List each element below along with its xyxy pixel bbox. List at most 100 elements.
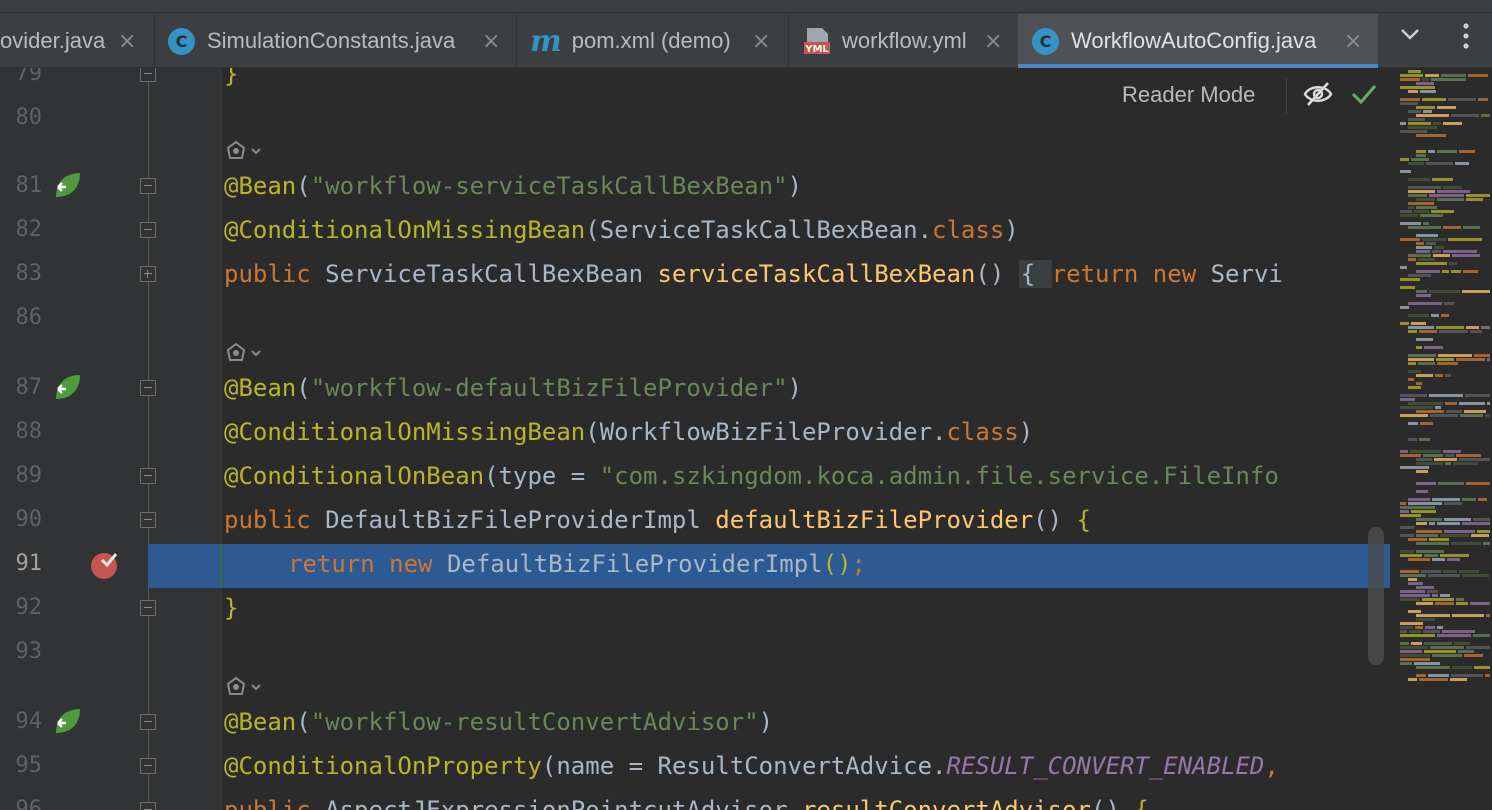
fold-marker[interactable]	[140, 714, 156, 730]
close-icon[interactable]: ×	[984, 29, 1002, 54]
minimap-line	[1416, 270, 1440, 273]
minimap-line	[1429, 522, 1435, 525]
tab-workflow-yml[interactable]: YML workflow.yml ×	[788, 14, 1018, 68]
minimap-line	[1419, 330, 1437, 333]
fold-marker-collapsed[interactable]	[140, 266, 156, 282]
minimap-line	[1468, 74, 1488, 77]
tab-pom-xml[interactable]: m pom.xml (demo) ×	[516, 14, 788, 68]
minimap-line	[1416, 114, 1449, 117]
minimap-line	[1400, 286, 1415, 289]
minimap-line	[1400, 510, 1409, 513]
minimap-line	[1411, 158, 1429, 161]
fold-marker[interactable]	[140, 68, 156, 82]
reader-mode-button[interactable]: Reader Mode	[1122, 82, 1255, 108]
close-icon[interactable]: ×	[752, 29, 770, 54]
minimap-line	[1416, 542, 1449, 545]
minimap-line	[1408, 386, 1421, 389]
minimap-line	[1419, 678, 1448, 681]
code-minimap[interactable]	[1390, 68, 1492, 810]
minimap-line	[1400, 658, 1430, 661]
minimap-line	[1411, 642, 1422, 645]
minimap-line	[1423, 630, 1440, 633]
editor-tab-bar: ovider.java × C SimulationConstants.java…	[0, 0, 1492, 68]
spring-bean-gutter-icon[interactable]	[52, 373, 84, 403]
minimap-line	[1434, 246, 1444, 249]
code-text: }	[224, 594, 239, 622]
minimap-line	[1400, 98, 1420, 101]
minimap-line	[1400, 266, 1407, 269]
minimap-line	[1423, 110, 1432, 113]
minimap-line	[1400, 654, 1430, 657]
chevron-down-icon[interactable]	[1398, 22, 1422, 53]
minimap-line	[1471, 534, 1489, 537]
minimap-line	[1443, 250, 1477, 253]
fold-marker[interactable]	[140, 178, 156, 194]
minimap-line	[1408, 362, 1416, 365]
vertical-scrollbar[interactable]	[1368, 527, 1384, 665]
fold-marker[interactable]	[140, 512, 156, 528]
minimap-line	[1408, 258, 1416, 261]
minimap-line	[1463, 270, 1478, 273]
minimap-line	[1416, 382, 1422, 385]
line-number: 81	[15, 173, 43, 198]
minimap-line	[1451, 542, 1481, 545]
minimap-line	[1420, 422, 1433, 425]
minimap-line	[1442, 630, 1475, 633]
eye-hidden-icon[interactable]	[1302, 80, 1334, 108]
minimap-line	[1444, 302, 1454, 305]
fold-marker[interactable]	[140, 600, 156, 616]
code-editor[interactable]: 79 } 80 81 @Bean("workflow-serviceTaskCa…	[0, 68, 1390, 810]
close-icon[interactable]: ×	[482, 29, 500, 54]
more-vertical-icon[interactable]	[1454, 22, 1478, 57]
fold-marker[interactable]	[140, 380, 156, 396]
inspection-ok-icon[interactable]	[1350, 82, 1378, 106]
close-icon[interactable]: ×	[118, 29, 136, 54]
minimap-line	[1400, 598, 1420, 601]
minimap-line	[1437, 626, 1443, 629]
minimap-line	[1466, 482, 1490, 485]
minimap-line	[1408, 110, 1421, 113]
spring-bean-gutter-icon[interactable]	[52, 171, 84, 201]
minimap-line	[1451, 674, 1483, 677]
code-text: @ConditionalOnProperty(name = ResultConv…	[224, 752, 1279, 780]
minimap-line	[1400, 122, 1406, 125]
code-line: 94 @Bean("workflow-resultConvertAdvisor"…	[0, 700, 1390, 744]
minimap-line	[1426, 242, 1436, 245]
minimap-line	[1435, 602, 1454, 605]
minimap-line	[1419, 438, 1430, 441]
minimap-line	[1462, 498, 1476, 501]
fold-marker[interactable]	[140, 802, 156, 810]
minimap-line	[1416, 458, 1432, 461]
minimap-line	[1400, 502, 1406, 505]
minimap-line	[1420, 90, 1436, 93]
minimap-line	[1416, 522, 1427, 525]
tab-simulation-constants[interactable]: C SimulationConstants.java ×	[154, 14, 516, 68]
minimap-line	[1400, 662, 1412, 665]
minimap-line	[1423, 222, 1429, 225]
minimap-line	[1400, 414, 1428, 417]
minimap-line	[1400, 646, 1428, 649]
fold-marker[interactable]	[140, 758, 156, 774]
folded-region: {	[1018, 260, 1052, 288]
fold-marker[interactable]	[140, 468, 156, 484]
minimap-line	[1420, 214, 1443, 217]
minimap-line	[1442, 270, 1449, 273]
minimap-line	[1408, 122, 1431, 125]
minimap-line	[1416, 198, 1435, 201]
tab-label: WorkflowAutoConfig.java	[1071, 28, 1317, 53]
spring-bean-gutter-icon[interactable]	[52, 707, 84, 737]
minimap-line	[1416, 410, 1444, 413]
line-number: 93	[15, 639, 43, 664]
minimap-line	[1416, 482, 1436, 485]
tab-provider-java[interactable]: ovider.java ×	[0, 14, 154, 68]
breakpoint-icon[interactable]	[90, 550, 120, 580]
minimap-line	[1400, 222, 1421, 225]
minimap-line	[1408, 582, 1423, 585]
tab-workflow-auto-config[interactable]: C WorkflowAutoConfig.java ×	[1018, 14, 1378, 68]
minimap-line	[1422, 78, 1429, 81]
code-text: @ConditionalOnBean(type = "com.szkingdom…	[224, 462, 1279, 490]
minimap-line	[1474, 666, 1490, 669]
close-icon[interactable]: ×	[1344, 29, 1362, 54]
minimap-line	[1416, 550, 1444, 553]
fold-marker[interactable]	[140, 222, 156, 238]
